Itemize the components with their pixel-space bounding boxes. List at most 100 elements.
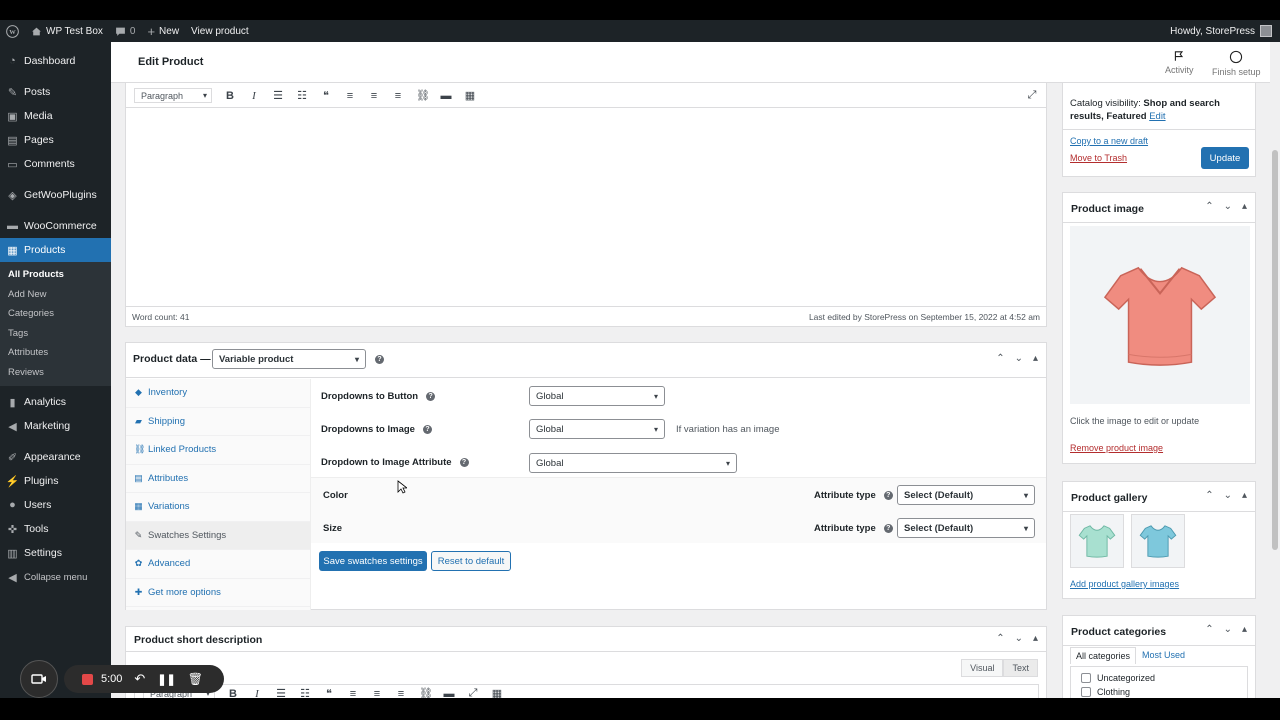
toolbar-toggle-icon[interactable]: ▦ bbox=[491, 687, 503, 698]
help-icon[interactable]: ? bbox=[883, 524, 893, 533]
help-icon[interactable]: ? bbox=[459, 458, 469, 467]
tab-get-more-options[interactable]: ✚ Get more options bbox=[126, 579, 310, 607]
sidebar-item-posts[interactable]: ✎ Posts bbox=[0, 80, 111, 104]
collapse-icon[interactable]: ▴ bbox=[1033, 353, 1038, 364]
editor-content-area[interactable] bbox=[126, 107, 1046, 307]
bold-icon[interactable]: B bbox=[227, 688, 239, 699]
help-icon[interactable]: ? bbox=[422, 425, 432, 434]
move-down-icon[interactable]: ⌄ bbox=[1224, 490, 1232, 501]
align-left-icon[interactable]: ≡ bbox=[347, 688, 359, 699]
sidebar-item-products[interactable]: ▦ Products bbox=[0, 238, 111, 262]
copy-to-draft-link[interactable]: Copy to a new draft bbox=[1070, 136, 1148, 146]
italic-icon[interactable]: I bbox=[251, 688, 263, 699]
category-item[interactable]: Uncategorized bbox=[1071, 667, 1247, 683]
align-center-icon[interactable]: ≡ bbox=[368, 90, 380, 102]
tab-advanced[interactable]: ✿ Advanced bbox=[126, 550, 310, 579]
scrollbar-thumb[interactable] bbox=[1272, 150, 1278, 550]
align-left-icon[interactable]: ≡ bbox=[344, 90, 356, 102]
undo-icon[interactable]: ↶ bbox=[134, 671, 145, 687]
tab-variations[interactable]: ▦ Variations bbox=[126, 493, 310, 522]
submenu-reviews[interactable]: Reviews bbox=[0, 363, 111, 383]
trash-icon[interactable]: 🗑 bbox=[188, 672, 203, 686]
align-right-icon[interactable]: ≡ bbox=[392, 90, 404, 102]
sidebar-item-woocommerce[interactable]: ▬ WooCommerce bbox=[0, 214, 111, 238]
dropdowns-to-button-select[interactable]: Global ▾ bbox=[529, 386, 665, 406]
dropdowns-to-image-select[interactable]: Global ▾ bbox=[529, 419, 665, 439]
read-more-icon[interactable]: ▬ bbox=[443, 688, 455, 699]
collapse-icon[interactable]: ▴ bbox=[1242, 624, 1247, 635]
tab-visual[interactable]: Visual bbox=[961, 659, 1004, 677]
sidebar-item-comments[interactable]: ▭ Comments bbox=[0, 152, 111, 176]
tab-inventory[interactable]: ◆ Inventory bbox=[126, 379, 310, 408]
help-icon[interactable]: ? bbox=[426, 392, 436, 401]
sidebar-item-pages[interactable]: ▤ Pages bbox=[0, 128, 111, 152]
category-checkbox[interactable] bbox=[1081, 673, 1091, 683]
collapse-menu-button[interactable]: ◀ Collapse menu bbox=[0, 565, 111, 589]
new-content-link[interactable]: + New bbox=[141, 20, 185, 42]
tab-most-used[interactable]: Most Used bbox=[1136, 647, 1191, 664]
comments-link[interactable]: 0 bbox=[109, 20, 142, 42]
bold-icon[interactable]: B bbox=[224, 90, 236, 102]
format-select[interactable]: Paragraph ▾ bbox=[134, 88, 212, 103]
italic-icon[interactable]: I bbox=[248, 90, 260, 102]
dropdown-to-image-attribute-select[interactable]: Global ▾ bbox=[529, 453, 737, 473]
collapse-icon[interactable]: ▴ bbox=[1242, 490, 1247, 501]
blockquote-icon[interactable]: ❝ bbox=[320, 89, 332, 102]
tab-attributes[interactable]: ▤ Attributes bbox=[126, 465, 310, 493]
move-down-icon[interactable]: ⌄ bbox=[1015, 633, 1023, 644]
tab-linked-products[interactable]: ⛓ Linked Products bbox=[126, 436, 310, 465]
camera-toggle-button[interactable] bbox=[20, 660, 58, 698]
bullet-list-icon[interactable]: ☰ bbox=[272, 89, 284, 102]
numbered-list-icon[interactable]: ☷ bbox=[299, 687, 311, 698]
submenu-all-products[interactable]: All Products bbox=[0, 265, 111, 285]
move-up-icon[interactable]: ⌃ bbox=[1205, 201, 1213, 212]
page-scrollbar[interactable] bbox=[1270, 42, 1280, 698]
sidebar-item-analytics[interactable]: ▮ Analytics bbox=[0, 390, 111, 414]
gallery-thumb[interactable] bbox=[1070, 514, 1124, 568]
sidebar-item-tools[interactable]: ✜ Tools bbox=[0, 517, 111, 541]
activity-button[interactable]: Activity bbox=[1165, 50, 1194, 75]
bullet-list-icon[interactable]: ☰ bbox=[275, 687, 287, 698]
blockquote-icon[interactable]: ❝ bbox=[323, 687, 335, 698]
my-account[interactable]: Howdy, StorePress bbox=[1170, 25, 1280, 37]
read-more-icon[interactable]: ▬ bbox=[440, 90, 452, 102]
tab-shipping[interactable]: ▰ Shipping bbox=[126, 408, 310, 436]
move-down-icon[interactable]: ⌄ bbox=[1224, 624, 1232, 635]
pause-icon[interactable]: ❚❚ bbox=[157, 673, 175, 686]
fullscreen-icon[interactable]: ⤢ bbox=[1026, 89, 1038, 102]
move-up-icon[interactable]: ⌃ bbox=[1205, 624, 1213, 635]
fullscreen-icon[interactable]: ⤢ bbox=[467, 687, 479, 698]
numbered-list-icon[interactable]: ☷ bbox=[296, 89, 308, 102]
view-product-link[interactable]: View product bbox=[185, 20, 255, 42]
site-name-link[interactable]: WP Test Box bbox=[25, 20, 109, 42]
add-gallery-images-link[interactable]: Add product gallery images bbox=[1070, 579, 1179, 589]
tab-swatches-settings[interactable]: ✎ Swatches Settings bbox=[126, 521, 310, 550]
sidebar-item-dashboard[interactable]: ◔ Dashboard bbox=[0, 49, 111, 73]
help-icon[interactable]: ? bbox=[883, 491, 893, 500]
sidebar-item-media[interactable]: ▣ Media bbox=[0, 104, 111, 128]
sidebar-item-marketing[interactable]: ◀ Marketing bbox=[0, 414, 111, 438]
link-icon[interactable]: ⛓ bbox=[419, 687, 433, 698]
collapse-icon[interactable]: ▴ bbox=[1033, 633, 1038, 644]
save-swatches-button[interactable]: Save swatches settings bbox=[319, 551, 427, 571]
submenu-add-new[interactable]: Add New bbox=[0, 285, 111, 305]
move-down-icon[interactable]: ⌄ bbox=[1224, 201, 1232, 212]
submenu-attributes[interactable]: Attributes bbox=[0, 343, 111, 363]
color-attribute-type-select[interactable]: Select (Default) ▾ bbox=[897, 485, 1035, 505]
visibility-edit-link[interactable]: Edit bbox=[1149, 111, 1165, 122]
tab-all-categories[interactable]: All categories bbox=[1070, 647, 1137, 664]
sidebar-item-getwooplugins[interactable]: ◈ GetWooPlugins bbox=[0, 183, 111, 207]
sidebar-item-settings[interactable]: ▥ Settings bbox=[0, 541, 111, 565]
remove-image-link[interactable]: Remove product image bbox=[1070, 443, 1163, 453]
tab-text[interactable]: Text bbox=[1003, 659, 1038, 677]
category-item[interactable]: Clothing bbox=[1071, 683, 1247, 697]
submenu-tags[interactable]: Tags bbox=[0, 324, 111, 344]
reset-to-default-button[interactable]: Reset to default bbox=[431, 551, 511, 571]
size-attribute-type-select[interactable]: Select (Default) ▾ bbox=[897, 518, 1035, 538]
product-type-select[interactable]: Variable product ▾ bbox=[212, 349, 366, 369]
move-up-icon[interactable]: ⌃ bbox=[996, 633, 1004, 644]
category-checkbox[interactable] bbox=[1081, 687, 1091, 697]
sidebar-item-plugins[interactable]: ⚡ Plugins bbox=[0, 469, 111, 493]
align-right-icon[interactable]: ≡ bbox=[395, 688, 407, 699]
stop-recording-icon[interactable] bbox=[82, 673, 93, 685]
